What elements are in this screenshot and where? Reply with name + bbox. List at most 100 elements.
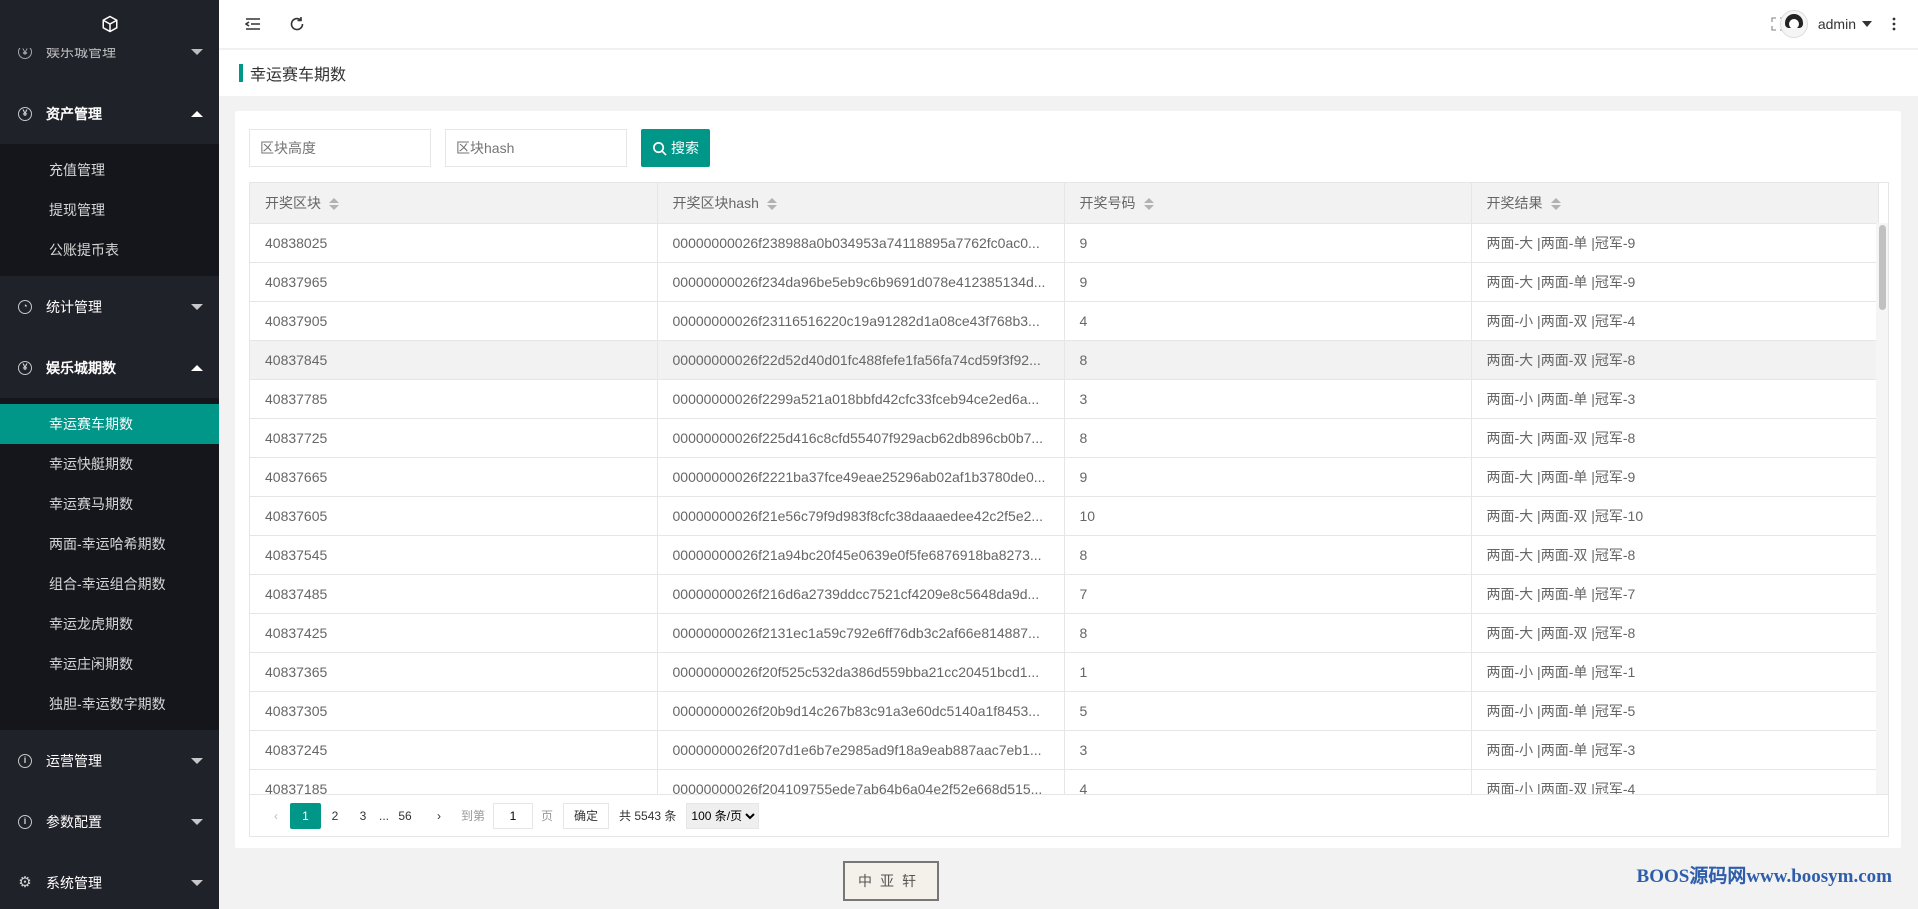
submenu: 幸运赛车期数 幸运快艇期数 幸运赛马期数 两面-幸运哈希期数 组合-幸运组合期数 幸运龙虎… (0, 398, 219, 730)
table-row[interactable]: 40837725 00000000026f225d416c8cfd55407f92… (250, 418, 1879, 458)
sidebar-sub-item[interactable]: 提现管理 (0, 190, 219, 230)
table-row[interactable]: 40837365 00000000026f20f525c532da386d559b… (250, 652, 1879, 692)
sidebar-sub-item[interactable]: 幸运赛车期数 (0, 404, 219, 444)
page-title-bar: 幸运赛车期数 (219, 50, 1918, 96)
menu-head[interactable]: ¥ 娱乐城期数 (0, 337, 219, 398)
table-row[interactable]: 40837305 00000000026f20b9d14c267b83c91a3e… (250, 691, 1879, 731)
page-title: 幸运赛车期数 (250, 67, 347, 84)
table-row[interactable]: 40837905 00000000026f23116516220c19a91282… (250, 301, 1879, 341)
table-cell: 00000000026f2299a521a018bbfd42cfc33fceb9… (657, 379, 1065, 419)
table-cell: 40838025 (250, 223, 658, 263)
table-row[interactable]: 40837665 00000000026f2221ba37fce49eae2529… (250, 457, 1879, 497)
table-cell: 00000000026f21a94bc20f45e0639e0f5fe68769… (657, 535, 1065, 575)
page-number[interactable]: 2 (321, 803, 349, 829)
block-hash-input[interactable] (445, 129, 627, 167)
table-cell: 10 (1064, 496, 1472, 536)
sidebar-sub-item[interactable]: 幸运赛马期数 (0, 484, 219, 524)
goto-page-input[interactable] (493, 802, 534, 829)
menu-head[interactable]: ◔ 统计管理 (0, 276, 219, 337)
search-button-label: 搜索 (671, 140, 699, 156)
menu-label: 系统管理 (46, 874, 102, 891)
chevron-down-icon (191, 818, 203, 825)
sidebar-sub-item[interactable]: 组合-幸运组合期数 (0, 564, 219, 604)
page-number[interactable]: 3 (349, 803, 377, 829)
avatar (1779, 10, 1808, 38)
column-header-label: 开奖号码 (1079, 194, 1136, 211)
table-row[interactable]: 40837965 00000000026f234da96be5eb9c6b9691… (250, 262, 1879, 302)
search-button[interactable]: 搜索 (641, 129, 710, 167)
block-height-input[interactable] (249, 129, 431, 167)
refresh-icon[interactable] (287, 14, 307, 34)
sidebar-sub-item[interactable]: 幸运龙虎期数 (0, 604, 219, 644)
table-cell: 两面-大 |两面-单 |冠军-9 (1471, 457, 1879, 497)
title-accent (239, 64, 243, 82)
table-cell: 40837905 (250, 301, 658, 341)
sidebar-sub-item[interactable]: 独胆-幸运数字期数 (0, 684, 219, 724)
total-count: 共 5543 条 (619, 809, 677, 823)
table-row[interactable]: 40837245 00000000026f207d1e6b7e2985ad9f18… (250, 730, 1879, 770)
menu-head[interactable]: ¥ 资产管理 (0, 83, 219, 144)
column-header[interactable]: 开奖区块hash (657, 183, 1065, 224)
menu-head[interactable]: ⚙ 系统管理 (0, 852, 219, 909)
column-header[interactable]: 开奖区块 (250, 183, 658, 224)
table-cell: 40837665 (250, 457, 658, 497)
table-cell: 40837365 (250, 652, 658, 692)
table-cell: 8 (1064, 340, 1472, 380)
table-cell: 两面-小 |两面-单 |冠军-5 (1471, 691, 1879, 731)
table-cell: 9 (1064, 262, 1472, 302)
page-number[interactable]: 1 (290, 802, 321, 829)
sidebar-sub-item[interactable]: 幸运快艇期数 (0, 444, 219, 484)
table-row[interactable]: 40837425 00000000026f2131ec1a59c792e6ff76… (250, 613, 1879, 653)
goto-confirm-button[interactable]: 确定 (563, 802, 610, 829)
search-icon (653, 141, 667, 156)
table-row[interactable]: 40837605 00000000026f21e56c79f9d983f8cfc3… (250, 496, 1879, 536)
table-cell: 40837785 (250, 379, 658, 419)
table-row[interactable]: 40837485 00000000026f216d6a2739ddcc7521cf… (250, 574, 1879, 614)
table-scrollbar[interactable] (1876, 223, 1888, 794)
table-cell: 两面-大 |两面-双 |冠军-8 (1471, 613, 1879, 653)
menu-group: ⚙ 系统管理 (0, 852, 219, 909)
sidebar-sub-item[interactable]: 两面-幸运哈希期数 (0, 524, 219, 564)
table-row[interactable]: 40837185 00000000026f204109755ede7ab64b6a… (250, 769, 1879, 794)
column-header[interactable]: 开奖号码 (1064, 183, 1472, 224)
pagination: ‹ 123...56 › 到第 页 确定 共 5543 条 100 条/页 (249, 795, 1889, 837)
sort-icon[interactable] (329, 198, 339, 211)
sort-icon[interactable] (766, 198, 777, 211)
table-cell: 两面-小 |两面-双 |冠军-4 (1471, 301, 1879, 341)
table-cell: 40837485 (250, 574, 658, 614)
chevron-down-icon (191, 757, 203, 764)
table-row[interactable]: 40837845 00000000026f22d52d40d01fc488fefe… (250, 340, 1879, 380)
table-cell: 两面-大 |两面-双 |冠军-8 (1471, 340, 1879, 380)
menu-head[interactable]: i 运营管理 (0, 730, 219, 791)
cube-icon (102, 15, 117, 33)
table-row[interactable]: 40837785 00000000026f2299a521a018bbfd42cf… (250, 379, 1879, 419)
next-page-icon[interactable]: › (425, 803, 453, 829)
logo[interactable] (0, 0, 219, 48)
menu-head[interactable]: i 参数配置 (0, 791, 219, 852)
sidebar-sub-item[interactable]: 充值管理 (0, 150, 219, 190)
table-cell: 00000000026f2131ec1a59c792e6ff76db3c2af6… (657, 613, 1065, 653)
table-cell: 9 (1064, 457, 1472, 497)
menu-group: i 参数配置 (0, 791, 219, 852)
chevron-down-icon (191, 303, 203, 310)
page-size-select[interactable]: 100 条/页 (686, 802, 760, 829)
table-row[interactable]: 40837545 00000000026f21a94bc20f45e0639e0f… (250, 535, 1879, 575)
sidebar-sub-item[interactable]: 公账提币表 (0, 230, 219, 270)
page-number[interactable]: 56 (391, 803, 419, 829)
more-vertical-icon[interactable] (1884, 14, 1904, 34)
sidebar-sub-item[interactable]: 幸运庄闲期数 (0, 644, 219, 684)
scrollbar-thumb[interactable] (1879, 225, 1886, 310)
user-menu[interactable]: admin (1779, 10, 1872, 38)
table-cell: 40837545 (250, 535, 658, 575)
sort-icon[interactable] (1550, 198, 1561, 211)
menu-fold-icon[interactable] (243, 14, 263, 34)
prev-page-icon[interactable]: ‹ (262, 803, 290, 829)
dashboard-icon: ◔ (18, 299, 32, 314)
column-header[interactable]: 开奖结果 (1471, 183, 1879, 224)
table-cell: 40837185 (250, 769, 658, 794)
table-cell: 1 (1064, 652, 1472, 692)
table-cell: 两面-大 |两面-双 |冠军-8 (1471, 535, 1879, 575)
table-cell: 两面-大 |两面-单 |冠军-9 (1471, 223, 1879, 263)
table-row[interactable]: 40838025 00000000026f238988a0b034953a7411… (250, 223, 1879, 263)
sort-icon[interactable] (1143, 198, 1154, 211)
